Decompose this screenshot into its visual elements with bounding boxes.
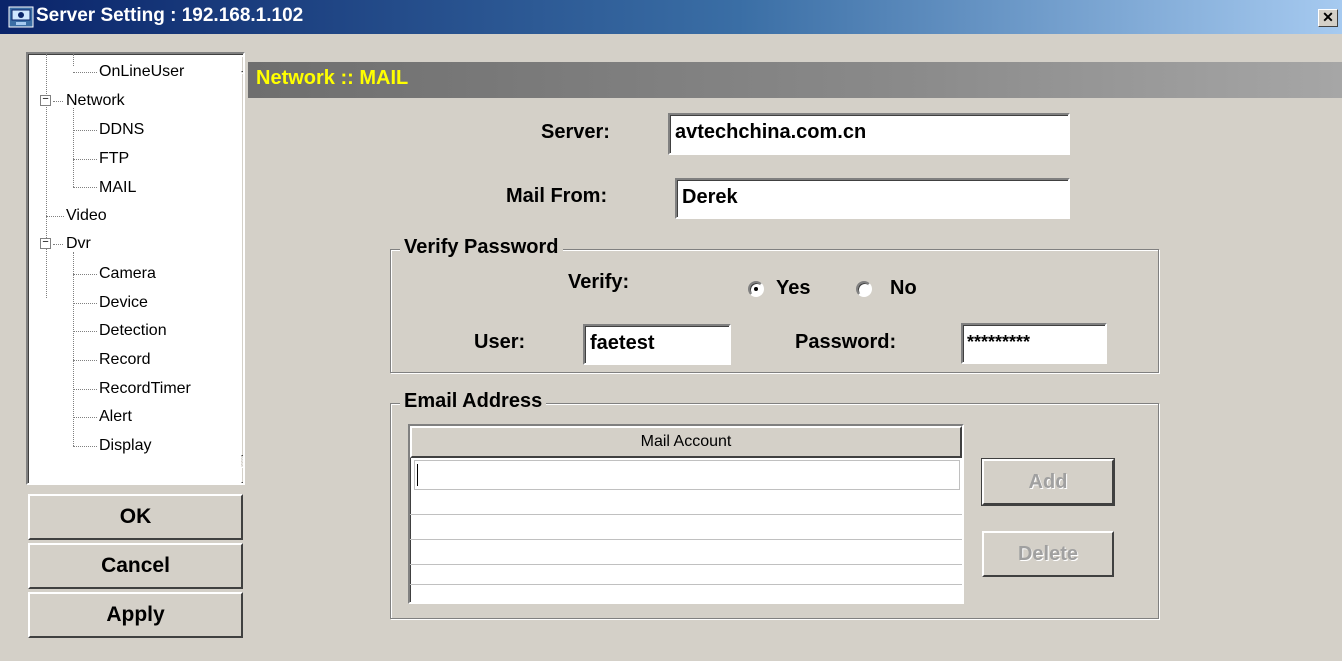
tree-guide-line [46, 54, 47, 298]
add-button[interactable]: Add [982, 459, 1114, 505]
tree-item-mail[interactable]: MAIL [99, 174, 136, 202]
mail-from-label: Mail From: [506, 185, 608, 207]
tree-connector [73, 446, 97, 447]
tree-connector [73, 303, 97, 304]
tree-connector [73, 72, 97, 73]
tree-item-display[interactable]: Display [99, 432, 151, 460]
tree-item-video[interactable]: Video [66, 202, 107, 230]
tree-item-detection[interactable]: Detection [99, 317, 167, 345]
user-label: User: [474, 331, 526, 353]
tree-connector [73, 331, 97, 332]
text-caret [417, 464, 418, 486]
scroll-up-icon[interactable]: ▲ [241, 56, 243, 72]
tree-item-ddns[interactable]: DDNS [99, 116, 144, 144]
verify-yes-radio[interactable]: Yes [748, 277, 844, 303]
server-input[interactable]: avtechchina.com.cn [668, 113, 1070, 155]
verify-yes-label: Yes [776, 277, 811, 299]
tree-connector [73, 159, 97, 160]
tree-item-camera[interactable]: Camera [99, 260, 156, 288]
tree-item-record[interactable]: Record [99, 346, 151, 374]
verify-no-label: No [890, 277, 917, 299]
tree-connector [73, 417, 97, 418]
tree-connector [73, 360, 97, 361]
table-row[interactable] [410, 490, 962, 515]
tree-item-onlineuser[interactable]: OnLineUser [99, 58, 184, 86]
settings-tree[interactable]: OnLineUser − Network DDNS FTP MAIL Video… [26, 52, 245, 485]
tree-item-device[interactable]: Device [99, 289, 148, 317]
tree-connector [73, 130, 97, 131]
tree-connector [73, 274, 97, 275]
window-title: Server Setting : 192.168.1.102 [36, 5, 304, 26]
tree-connector [46, 216, 64, 217]
collapse-network-icon[interactable]: − [40, 95, 51, 106]
user-input[interactable]: faetest [583, 324, 731, 365]
title-bar[interactable]: Server Setting : 192.168.1.102 ✕ [0, 0, 1342, 34]
tree-item-ftp[interactable]: FTP [99, 145, 129, 173]
mail-from-input[interactable]: Derek [675, 178, 1070, 219]
tree-scrollbar[interactable]: ▲ ▼ [241, 56, 243, 483]
dvr-app-icon [8, 6, 34, 28]
cancel-button[interactable]: Cancel [28, 543, 243, 589]
tree-guide-line [73, 54, 74, 66]
section-title: Network :: MAIL [256, 67, 409, 89]
collapse-dvr-icon[interactable]: − [40, 238, 51, 249]
scroll-thumb[interactable] [241, 73, 243, 456]
radio-checked-icon [748, 281, 764, 297]
password-input[interactable]: ********* [961, 323, 1107, 364]
apply-button[interactable]: Apply [28, 592, 243, 638]
tree-item-alert[interactable]: Alert [99, 403, 132, 431]
tree-connector [73, 187, 97, 188]
radio-unchecked-icon [856, 281, 872, 297]
radio-dot [754, 287, 758, 291]
delete-button[interactable]: Delete [982, 531, 1114, 577]
server-label: Server: [541, 121, 610, 143]
table-row[interactable] [410, 515, 962, 540]
ok-button[interactable]: OK [28, 494, 243, 540]
tree-connector [53, 101, 63, 102]
table-row[interactable] [410, 540, 962, 565]
email-address-title: Email Address [400, 390, 547, 413]
password-label: Password: [795, 331, 897, 353]
mail-account-column-header[interactable]: Mail Account [410, 426, 962, 458]
section-header: Network :: MAIL [248, 62, 1342, 98]
mail-account-table[interactable]: Mail Account [408, 424, 964, 604]
verify-password-title: Verify Password [400, 236, 563, 259]
tree-item-dvr[interactable]: Dvr [66, 230, 91, 258]
tree-connector [53, 244, 63, 245]
verify-label: Verify: [568, 271, 630, 293]
verify-no-radio[interactable]: No [856, 277, 936, 303]
tree-item-recordtimer[interactable]: RecordTimer [99, 375, 191, 403]
mail-account-cell-editor[interactable] [414, 460, 960, 490]
tree-guide-line [73, 108, 74, 187]
tree-connector [73, 389, 97, 390]
close-button[interactable]: ✕ [1318, 9, 1338, 27]
scroll-down-icon[interactable]: ▼ [241, 467, 243, 483]
tree-item-network[interactable]: Network [66, 87, 125, 115]
table-row[interactable] [410, 565, 962, 585]
